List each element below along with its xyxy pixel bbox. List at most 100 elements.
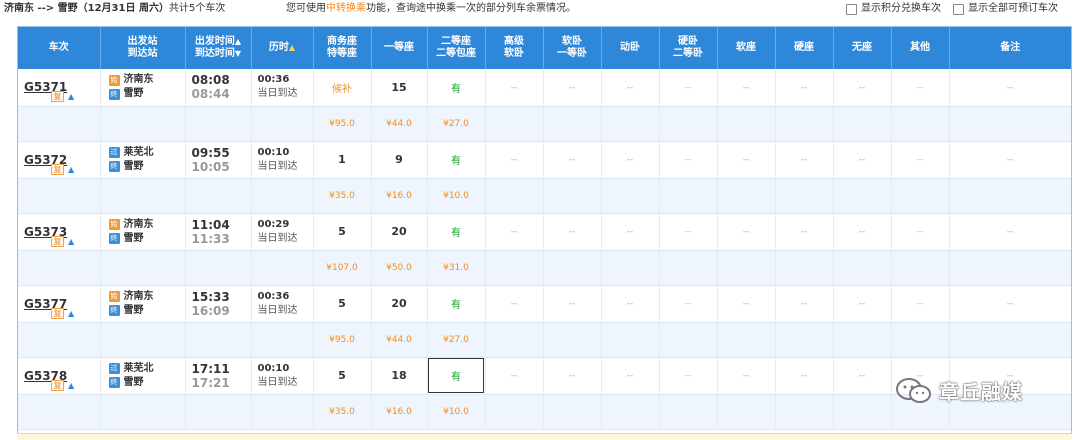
col-business-bottom: 特等座 (327, 48, 357, 59)
collapse-arrow-icon[interactable]: ▲ (68, 237, 74, 246)
col-second-bottom: 二等包座 (436, 48, 476, 59)
transfer-link[interactable]: 中转换乘 (326, 3, 366, 14)
seat-cell-empty: -- (775, 357, 834, 395)
col-soft-sleeper: 软卧 一等卧 (543, 27, 602, 69)
dash-text: -- (1006, 155, 1014, 165)
dash-text: -- (1006, 82, 1014, 93)
first-price: ¥44.0 (386, 334, 412, 345)
price-cell-empty (659, 250, 718, 286)
train-count: 共计5个车次 (168, 3, 226, 14)
second-seat-cell[interactable]: 有 (427, 357, 486, 395)
train-sub: 复 ▲ (51, 379, 74, 391)
sort-up-icon[interactable]: ▲ (235, 37, 241, 46)
to-station: 终雪野 (108, 160, 185, 174)
seat-cell-empty: -- (775, 285, 834, 323)
table-row: G5372 复 ▲ 过莱芜北终雪野 09:55 10:05 00:10 当日到达 1 9 有 -- --… (18, 141, 1073, 179)
seat-cell-empty: -- (543, 69, 602, 107)
sort-down-icon[interactable]: ▼ (235, 49, 241, 58)
business-seat-value: 5 (338, 369, 346, 382)
second-price: ¥31.0 (443, 262, 469, 273)
book-button[interactable]: 预订 (1072, 74, 1073, 100)
to-station-name: 雪野 (123, 160, 144, 172)
business-seat-cell[interactable]: 1 (313, 141, 372, 179)
all-bookable-checkbox[interactable]: 显示全部可预订车次 (953, 3, 1058, 15)
price-cell-empty (833, 250, 892, 286)
seat-cell-empty: -- (601, 69, 660, 107)
first-price-cell: ¥44.0 (371, 322, 428, 358)
seat-cell-empty: -- (833, 213, 892, 251)
first-seat-cell[interactable]: 20 (371, 213, 428, 251)
price-cell-empty (659, 178, 718, 214)
price-cell-empty (601, 106, 660, 142)
checkbox-box[interactable] (953, 3, 964, 15)
train-cell: G5372 复 ▲ (18, 141, 101, 179)
duration-text: 00:29 (257, 218, 290, 230)
arrival-time: 16:09 (191, 303, 230, 318)
book-button[interactable]: 预订 (1072, 219, 1073, 245)
from-station: 始济南东 (108, 218, 185, 232)
second-seat-cell[interactable]: 有 (427, 69, 486, 107)
price-cell-empty (543, 106, 602, 142)
second-seat-cell[interactable]: 有 (427, 213, 486, 251)
train-sub: 复 ▲ (51, 235, 74, 247)
price-cell-empty (185, 178, 252, 214)
business-seat-cell[interactable]: 5 (313, 285, 372, 323)
checkbox-box[interactable] (846, 3, 857, 15)
first-seat-cell[interactable]: 9 (371, 141, 428, 179)
first-seat-cell[interactable]: 18 (371, 357, 428, 395)
collapse-arrow-icon[interactable]: ▲ (68, 309, 74, 318)
second-price: ¥27.0 (443, 334, 469, 345)
dash-text: -- (800, 299, 808, 309)
price-cell-empty (485, 322, 544, 358)
book-button[interactable]: 预订 (1072, 147, 1073, 173)
points-trains-checkbox[interactable]: 显示积分兑换车次 (846, 3, 941, 15)
price-cell-empty (251, 394, 314, 430)
business-seat-cell[interactable]: 5 (313, 357, 372, 395)
col-hard-seat-label: 硬座 (794, 42, 814, 53)
collapse-arrow-icon[interactable]: ▲ (68, 165, 74, 174)
price-cell-empty (251, 178, 314, 214)
seat-cell-empty: -- (891, 69, 950, 107)
fuxing-badge-icon: 复 (51, 91, 64, 102)
price-cell-empty (659, 394, 718, 430)
seat-cell-empty: -- (717, 69, 776, 107)
dash-text: -- (626, 82, 634, 93)
business-price: ¥95.0 (329, 118, 355, 129)
first-seat-value: 15 (391, 80, 407, 94)
business-seat-value: 5 (338, 225, 346, 238)
price-cell-empty (949, 250, 1071, 286)
price-cell-empty (18, 250, 101, 286)
business-seat-cell[interactable]: 5 (313, 213, 372, 251)
seat-cell-empty: -- (775, 141, 834, 179)
times-cell: 11:04 11:33 (185, 213, 252, 251)
sort-up-icon[interactable]: ▲ (289, 43, 295, 52)
from-station: 过莱芜北 (108, 362, 185, 376)
book-button[interactable]: 预订 (1072, 363, 1073, 389)
collapse-arrow-icon[interactable]: ▲ (68, 381, 74, 390)
col-times[interactable]: 出发时间▲ 到达时间▼ (185, 27, 252, 69)
second-seat-cell[interactable]: 有 (427, 141, 486, 179)
price-cell-empty (543, 250, 602, 286)
dash-text: -- (742, 299, 750, 309)
col-duration[interactable]: 历时▲ (251, 27, 314, 69)
seat-cell-empty: -- (659, 213, 718, 251)
arrival-time: 10:05 (191, 159, 230, 174)
collapse-arrow-icon[interactable]: ▲ (68, 92, 74, 101)
seat-cell-empty: -- (659, 69, 718, 107)
second-seat-value: 有 (451, 83, 461, 95)
first-seat-cell[interactable]: 20 (371, 285, 428, 323)
dash-text: -- (742, 155, 750, 165)
seat-cell-empty: -- (543, 357, 602, 395)
first-seat-cell[interactable]: 15 (371, 69, 428, 107)
seat-cell-empty: -- (717, 213, 776, 251)
dash-text: -- (684, 227, 692, 237)
price-cell-empty (891, 250, 950, 286)
seat-cell-empty: -- (659, 141, 718, 179)
dash-text: -- (684, 155, 692, 165)
first-price: ¥44.0 (386, 118, 412, 129)
end-station-icon: 终 (108, 88, 120, 100)
book-button[interactable]: 预订 (1072, 291, 1073, 317)
second-seat-cell[interactable]: 有 (427, 285, 486, 323)
dash-text: -- (568, 155, 576, 165)
business-seat-cell[interactable]: 候补 (313, 69, 372, 107)
